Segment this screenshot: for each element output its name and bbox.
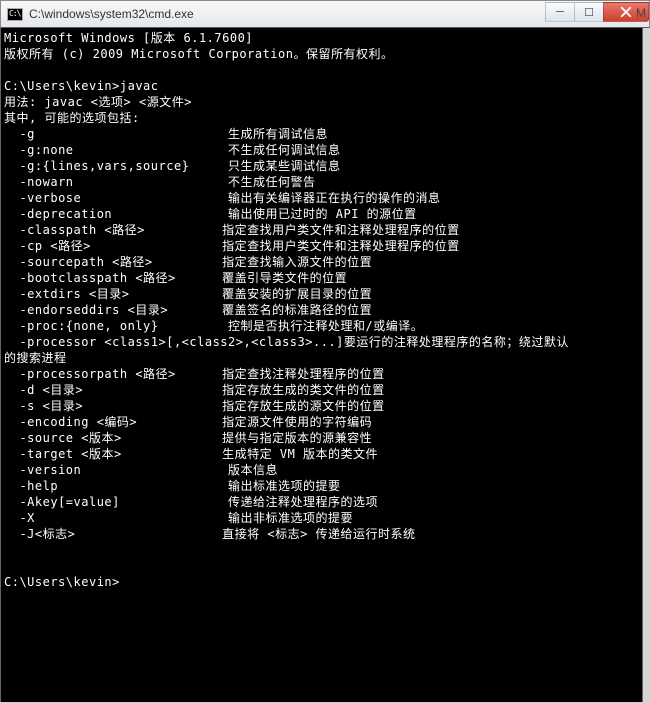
terminal-output[interactable]: Microsoft Windows [版本 6.1.7600] 版权所有 (c)… [0,28,643,702]
minimize-button[interactable]: ─ [545,2,575,22]
window-titlebar[interactable]: C:\ C:\windows\system32\cmd.exe ─ ☐ [0,0,650,28]
minimize-icon: ─ [556,6,564,18]
close-icon [620,6,632,18]
maximize-icon: ☐ [584,6,594,19]
maximize-button[interactable]: ☐ [574,2,604,22]
background-window-letter: M [636,6,646,20]
window-title: C:\windows\system32\cmd.exe [29,7,194,21]
window-controls: ─ ☐ [546,2,649,22]
cmd-icon: C:\ [7,8,23,21]
